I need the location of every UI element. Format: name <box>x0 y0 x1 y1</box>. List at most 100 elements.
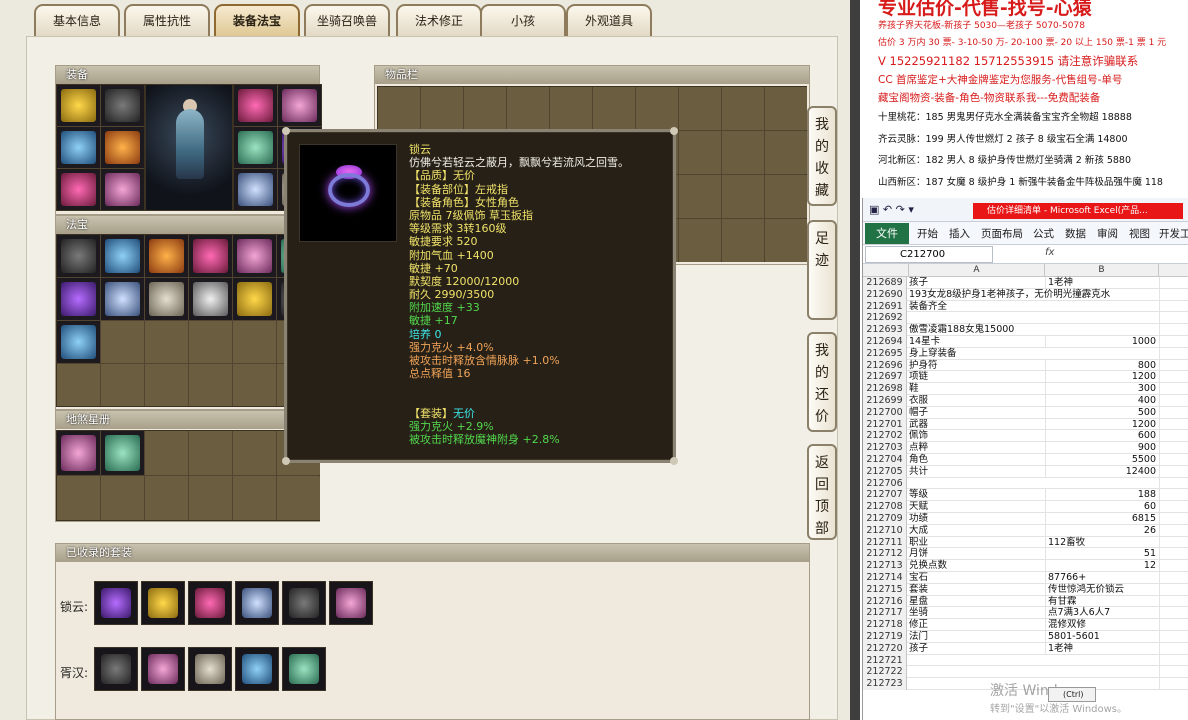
row-number[interactable]: 212713 <box>863 560 907 572</box>
cell-a[interactable]: 孩子 <box>909 277 1045 288</box>
inventory-slot[interactable] <box>679 219 721 262</box>
dizang-slot[interactable] <box>189 476 232 520</box>
row-number[interactable]: 212710 <box>863 524 907 537</box>
cell-a[interactable]: 宝石 <box>909 572 1045 583</box>
cell-a[interactable]: 武器 <box>909 419 1045 430</box>
dizang-slot[interactable] <box>233 476 276 520</box>
inventory-slot[interactable] <box>765 131 807 174</box>
ribbon-tab[interactable]: 插入 <box>949 226 970 241</box>
cell-b[interactable]: 87766+ <box>1045 571 1159 583</box>
cell-b[interactable]: 1老神 <box>1045 277 1159 288</box>
fabao-slot[interactable] <box>189 321 232 363</box>
fabao-slot[interactable] <box>101 278 144 320</box>
cell-a[interactable]: 帽子 <box>909 407 1045 418</box>
suit-item-slot[interactable] <box>188 647 232 691</box>
fabao-slot[interactable] <box>189 235 232 277</box>
row-number[interactable]: 212708 <box>863 501 907 513</box>
cell-a[interactable]: 孩子 <box>909 643 1045 654</box>
fabao-slot[interactable] <box>233 321 276 363</box>
row-number[interactable]: 212689 <box>863 277 907 289</box>
ribbon-tab[interactable]: 开始 <box>917 226 938 241</box>
fabao-slot[interactable] <box>57 235 100 277</box>
cell-b[interactable]: 400 <box>1045 394 1159 406</box>
my-bargain-button[interactable]: 我的还价 <box>807 332 837 432</box>
tab-4[interactable]: 法术修正 <box>396 4 482 36</box>
fabao-slot[interactable] <box>233 364 276 406</box>
ribbon-tab[interactable]: 公式 <box>1033 226 1054 241</box>
inventory-slot[interactable] <box>636 87 678 130</box>
row-number[interactable]: 212714 <box>863 571 907 584</box>
inventory-slot[interactable] <box>679 175 721 218</box>
cell-a[interactable]: 14星卡 <box>909 336 1045 347</box>
row-number[interactable]: 212699 <box>863 394 907 407</box>
dizang-slot[interactable] <box>189 431 232 475</box>
cell-b[interactable]: 12400 <box>1045 465 1159 477</box>
tab-2[interactable]: 装备法宝 <box>214 4 300 36</box>
cell-a[interactable]: 衣服 <box>909 395 1045 406</box>
cell-a[interactable]: 193女龙8级护身1老神孩子，无价明光撞霹克水 <box>909 289 1110 300</box>
fabao-slot[interactable] <box>101 321 144 363</box>
suit-item-slot[interactable] <box>94 647 138 691</box>
row-number[interactable]: 212709 <box>863 512 907 525</box>
suit-item-slot[interactable] <box>188 581 232 625</box>
cell-b[interactable]: 600 <box>1045 430 1159 442</box>
equipment-slot[interactable] <box>101 169 144 210</box>
row-number[interactable]: 212702 <box>863 430 907 443</box>
suit-item-slot[interactable] <box>282 581 326 625</box>
cell-a[interactable]: 点粹 <box>909 442 1045 453</box>
row-number[interactable]: 212723 <box>863 678 907 690</box>
tab-6[interactable]: 外观道具 <box>566 4 652 36</box>
cell-a[interactable]: 套装 <box>909 584 1045 595</box>
inventory-slot[interactable] <box>722 87 764 130</box>
equipment-slot[interactable] <box>101 85 144 126</box>
row-number[interactable]: 212711 <box>863 536 907 549</box>
cell-b[interactable]: 传世惊鸿无价锁云 <box>1045 583 1159 595</box>
cell-a[interactable]: 装备齐全 <box>909 301 1045 312</box>
column-a-header[interactable]: A <box>909 264 1045 277</box>
cell-b[interactable]: 6815 <box>1045 512 1159 524</box>
row-number[interactable]: 212722 <box>863 666 907 679</box>
fabao-slot[interactable] <box>233 278 276 320</box>
dizang-slot[interactable] <box>101 431 144 475</box>
ribbon-tab[interactable]: 视图 <box>1129 226 1150 241</box>
cell-a[interactable]: 佩饰 <box>909 430 1045 441</box>
row-number[interactable]: 212715 <box>863 583 907 596</box>
select-all-corner[interactable] <box>863 264 909 277</box>
inventory-slot[interactable] <box>378 87 420 130</box>
row-number[interactable]: 212716 <box>863 595 907 608</box>
fabao-slot[interactable] <box>57 321 100 363</box>
column-b-header[interactable]: B <box>1045 264 1159 277</box>
fabao-slot[interactable] <box>57 278 100 320</box>
cell-a[interactable]: 兑换点数 <box>909 560 1045 571</box>
dizang-slot[interactable] <box>57 476 100 520</box>
footprint-button[interactable]: 足迹 <box>807 220 837 320</box>
cell-a[interactable]: 身上穿装备 <box>909 348 1045 359</box>
suit-item-slot[interactable] <box>235 647 279 691</box>
back-to-top-button[interactable]: 返回顶部 <box>807 444 837 540</box>
dizang-slot[interactable] <box>233 431 276 475</box>
dizang-slot[interactable] <box>101 476 144 520</box>
row-number[interactable]: 212700 <box>863 406 907 419</box>
tab-3[interactable]: 坐骑召唤兽 <box>304 4 390 36</box>
quick-access-toolbar[interactable]: ▣ ↶ ↷ ▾ <box>869 203 914 216</box>
fabao-slot[interactable] <box>233 235 276 277</box>
cell-a[interactable]: 护身符 <box>909 360 1045 371</box>
row-number[interactable]: 212693 <box>863 324 907 336</box>
row-number[interactable]: 212705 <box>863 465 907 478</box>
fabao-slot[interactable] <box>145 321 188 363</box>
cell-b[interactable]: 112畜牧 <box>1045 536 1159 548</box>
inventory-slot[interactable] <box>679 87 721 130</box>
cell-a[interactable]: 角色 <box>909 454 1045 465</box>
cell-b[interactable]: 1老神 <box>1045 642 1159 654</box>
inventory-slot[interactable] <box>679 131 721 174</box>
cell-b[interactable]: 混修双修 <box>1045 619 1159 631</box>
equipment-slot[interactable] <box>57 127 100 168</box>
cell-b[interactable]: 12 <box>1045 560 1159 572</box>
equipment-slot[interactable] <box>57 169 100 210</box>
row-number[interactable]: 212696 <box>863 359 907 372</box>
cell-b[interactable]: 60 <box>1045 501 1159 513</box>
cell-a[interactable]: 天赋 <box>909 501 1045 512</box>
ribbon-tab[interactable]: 数据 <box>1065 226 1086 241</box>
row-number[interactable]: 212690 <box>863 288 907 301</box>
ribbon-tab[interactable]: 审阅 <box>1097 226 1118 241</box>
